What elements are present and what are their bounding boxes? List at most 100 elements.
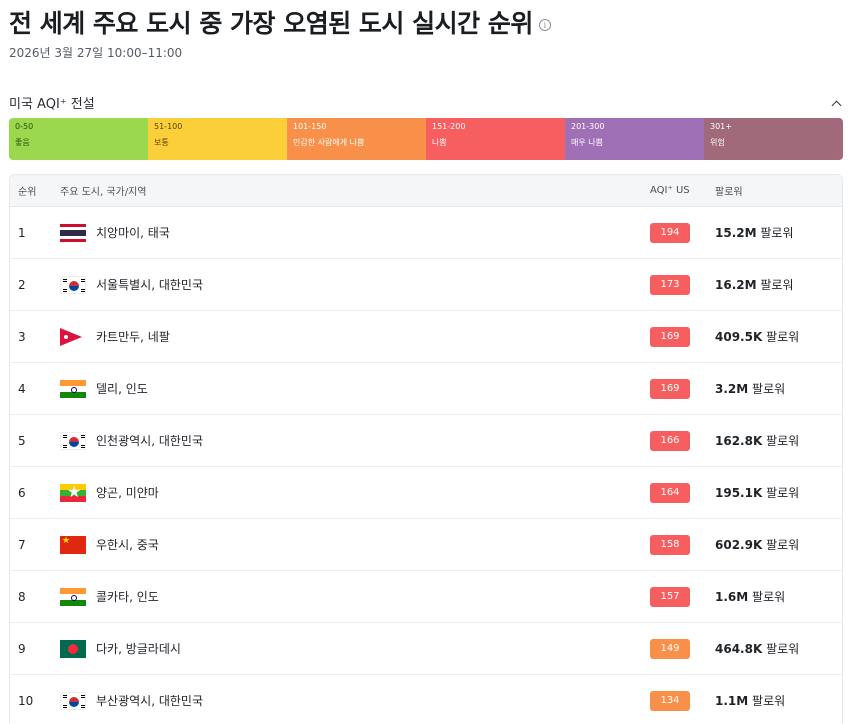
row-followers: 1.6M 팔로워	[715, 588, 842, 605]
ranking-table: 순위 주요 도시, 국가/지역 AQI⁺ US 팔로워 1 치앙마이, 태국 1…	[9, 174, 843, 724]
scale-segment-very-unhealthy: 201-300 매우 나쁨	[565, 118, 704, 160]
row-rank: 6	[18, 485, 26, 500]
table-row[interactable]: 7 우한시, 중국 158 602.9K 팔로워	[10, 519, 842, 571]
scale-segment-sensitive: 101-150 민감한 사람에게 나쁨	[287, 118, 426, 160]
aqi-scale: 0-50 좋음 51-100 보통 101-150 민감한 사람에게 나쁨 15…	[9, 118, 843, 160]
table-row[interactable]: 4 델리, 인도 169 3.2M 팔로워	[10, 363, 842, 415]
scale-segment-unhealthy: 151-200 나쁨	[426, 118, 565, 160]
table-header: 순위 주요 도시, 국가/지역 AQI⁺ US 팔로워	[10, 175, 842, 207]
aqi-badge: 157	[650, 586, 690, 607]
followers-count: 1.1M	[715, 694, 749, 708]
header-rank: 순위	[18, 187, 37, 198]
row-followers: 1.1M 팔로워	[715, 692, 842, 709]
row-rank: 1	[18, 225, 26, 240]
timestamp: 2026년 3월 27일 10:00–11:00	[9, 46, 183, 60]
bangladesh-flag-icon	[60, 639, 86, 658]
aqi-badge: 169	[650, 326, 690, 347]
row-city-cell[interactable]: 양곤, 미얀마	[60, 483, 650, 502]
header-city: 주요 도시, 국가/지역	[60, 187, 147, 198]
row-city-cell[interactable]: 서울특별시, 대한민국	[60, 275, 650, 294]
row-followers: 602.9K 팔로워	[715, 536, 842, 553]
row-rank: 10	[18, 693, 34, 708]
segment-range: 51-100	[154, 122, 183, 131]
nepal-flag-icon	[60, 327, 86, 346]
row-city-cell[interactable]: 인천광역시, 대한민국	[60, 431, 650, 450]
row-city-cell[interactable]: 다카, 방글라데시	[60, 639, 650, 658]
row-rank: 8	[18, 589, 26, 604]
row-rank: 3	[18, 329, 26, 344]
followers-suffix: 팔로워	[766, 538, 800, 552]
segment-range: 101-150	[293, 122, 327, 131]
segment-range: 301+	[710, 122, 732, 131]
row-city-cell[interactable]: 치앙마이, 태국	[60, 223, 650, 242]
followers-suffix: 팔로워	[766, 486, 800, 500]
table-row[interactable]: 1 치앙마이, 태국 194 15.2M 팔로워	[10, 207, 842, 259]
row-city-cell[interactable]: 부산광역시, 대한민국	[60, 691, 650, 710]
city-name[interactable]: 인천광역시, 대한민국	[96, 432, 203, 449]
info-icon[interactable]: i	[538, 19, 551, 31]
row-aqi-cell: 164	[650, 482, 715, 503]
segment-label: 매우 나쁨	[571, 138, 603, 147]
row-city-cell[interactable]: 우한시, 중국	[60, 535, 650, 554]
china-flag-icon	[60, 535, 86, 554]
legend-title: 미국 AQI⁺ 전설	[9, 97, 95, 112]
south-korea-flag-icon	[60, 691, 86, 710]
followers-count: 1.6M	[715, 590, 749, 604]
row-followers: 464.8K 팔로워	[715, 640, 842, 657]
city-name[interactable]: 부산광역시, 대한민국	[96, 692, 203, 709]
south-korea-flag-icon	[60, 431, 86, 450]
table-row[interactable]: 3 카트만두, 네팔 169 409.5K 팔로워	[10, 311, 842, 363]
city-name[interactable]: 우한시, 중국	[96, 536, 159, 553]
row-followers: 3.2M 팔로워	[715, 380, 842, 397]
aqi-badge: 134	[650, 690, 690, 711]
city-name[interactable]: 카트만두, 네팔	[96, 328, 170, 345]
row-aqi-cell: 169	[650, 378, 715, 399]
legend-header[interactable]: 미국 AQI⁺ 전설	[9, 93, 841, 112]
followers-suffix: 팔로워	[760, 226, 794, 240]
table-row[interactable]: 2 서울특별시, 대한민국 173 16.2M 팔로워	[10, 259, 842, 311]
city-name[interactable]: 다카, 방글라데시	[96, 640, 181, 657]
table-row[interactable]: 10 부산광역시, 대한민국 134 1.1M 팔로워	[10, 675, 842, 724]
city-name[interactable]: 서울특별시, 대한민국	[96, 276, 203, 293]
row-followers: 195.1K 팔로워	[715, 484, 842, 501]
row-rank: 7	[18, 537, 26, 552]
row-followers: 16.2M 팔로워	[715, 276, 842, 293]
followers-count: 16.2M	[715, 278, 757, 292]
aqi-badge: 166	[650, 430, 690, 451]
scale-segment-hazardous: 301+ 위험	[704, 118, 843, 160]
aqi-badge: 158	[650, 534, 690, 555]
scale-segment-good: 0-50 좋음	[9, 118, 148, 160]
row-rank: 9	[18, 641, 26, 656]
row-city-cell[interactable]: 콜카타, 인도	[60, 587, 650, 606]
row-city-cell[interactable]: 델리, 인도	[60, 379, 650, 398]
row-aqi-cell: 173	[650, 274, 715, 295]
followers-count: 602.9K	[715, 538, 763, 552]
table-row[interactable]: 8 콜카타, 인도 157 1.6M 팔로워	[10, 571, 842, 623]
city-name[interactable]: 델리, 인도	[96, 380, 148, 397]
row-followers: 409.5K 팔로워	[715, 328, 842, 345]
chevron-up-icon[interactable]	[831, 98, 841, 108]
row-city-cell[interactable]: 카트만두, 네팔	[60, 327, 650, 346]
india-flag-icon	[60, 379, 86, 398]
header-followers: 팔로워	[715, 187, 743, 198]
city-name[interactable]: 콜카타, 인도	[96, 588, 159, 605]
row-aqi-cell: 149	[650, 638, 715, 659]
city-name[interactable]: 양곤, 미얀마	[96, 484, 159, 501]
table-row[interactable]: 5 인천광역시, 대한민국 166 162.8K 팔로워	[10, 415, 842, 467]
thailand-flag-icon	[60, 223, 86, 242]
table-row[interactable]: 6 양곤, 미얀마 164 195.1K 팔로워	[10, 467, 842, 519]
city-name[interactable]: 치앙마이, 태국	[96, 224, 170, 241]
row-aqi-cell: 166	[650, 430, 715, 451]
aqi-badge: 173	[650, 274, 690, 295]
aqi-badge: 149	[650, 638, 690, 659]
row-aqi-cell: 169	[650, 326, 715, 347]
table-row[interactable]: 9 다카, 방글라데시 149 464.8K 팔로워	[10, 623, 842, 675]
row-rank: 5	[18, 433, 26, 448]
followers-count: 15.2M	[715, 226, 757, 240]
followers-count: 409.5K	[715, 330, 763, 344]
segment-range: 201-300	[571, 122, 605, 131]
followers-suffix: 팔로워	[760, 278, 794, 292]
followers-suffix: 팔로워	[752, 590, 786, 604]
followers-count: 162.8K	[715, 434, 763, 448]
row-followers: 162.8K 팔로워	[715, 432, 842, 449]
